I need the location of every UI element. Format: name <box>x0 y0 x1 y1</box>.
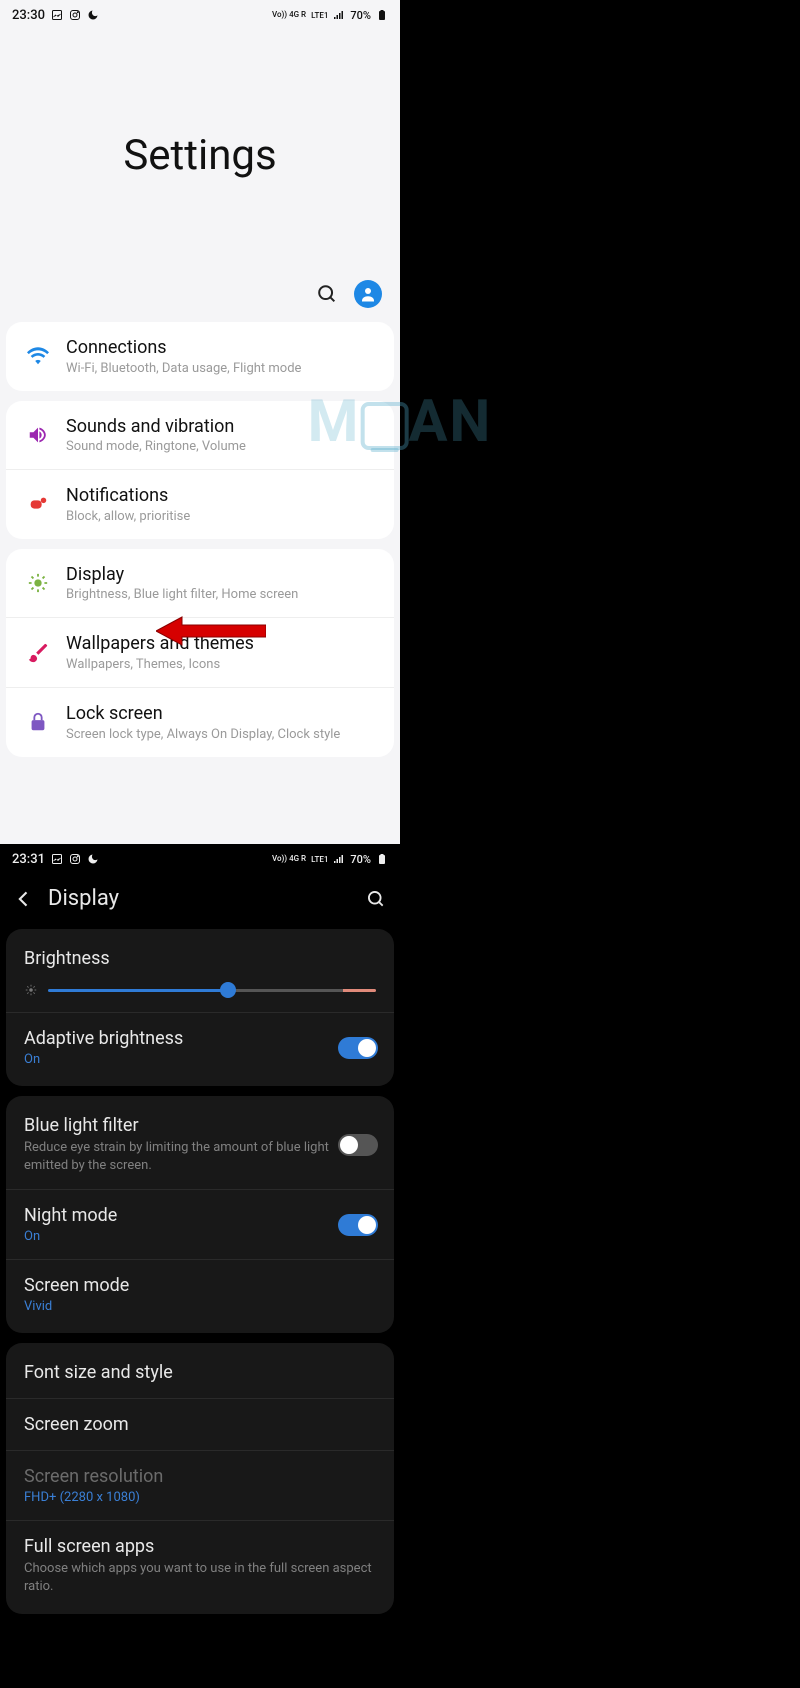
instagram-icon <box>69 9 81 21</box>
row-value: Vivid <box>24 1299 376 1314</box>
display-row-full-screen-apps[interactable]: Full screen apps Choose which apps you wa… <box>6 1520 394 1610</box>
settings-row-lock-screen[interactable]: Lock screen Screen lock type, Always On D… <box>6 687 394 757</box>
row-subtitle: Reduce eye strain by limiting the amount… <box>24 1139 376 1174</box>
status-net: Vo)) 4G R <box>272 855 306 863</box>
row-value: FHD+ (2280 x 1080) <box>24 1490 376 1505</box>
settings-row-notifications[interactable]: Notifications Block, allow, prioritise <box>6 469 394 539</box>
status-net: Vo)) 4G R <box>272 11 306 19</box>
settings-row-wallpapers-and-themes[interactable]: Wallpapers and themes Wallpapers, Themes,… <box>6 617 394 687</box>
settings-row-connections[interactable]: Connections Wi-Fi, Bluetooth, Data usage,… <box>6 322 394 391</box>
image-icon <box>51 9 63 21</box>
row-subtitle: Choose which apps you want to use in the… <box>24 1560 376 1595</box>
speaker-icon <box>20 424 56 446</box>
back-icon[interactable] <box>14 889 34 909</box>
search-icon[interactable] <box>366 889 386 909</box>
status-time: 23:30 <box>12 8 45 23</box>
row-title: Screen zoom <box>24 1414 376 1435</box>
settings-card: DisplayBrightness, Blue light filter, Ho… <box>6 549 394 757</box>
status-lte: LTE1 <box>311 855 328 864</box>
slider-thumb[interactable] <box>220 982 236 998</box>
status-bar: 23:31 Vo)) 4G R LTE1 70% <box>0 844 400 874</box>
display-row-font-size-and-style[interactable]: Font size and style <box>6 1347 394 1398</box>
slider-track[interactable] <box>48 989 376 992</box>
row-title: Blue light filter <box>24 1115 376 1136</box>
row-subtitle: Wallpapers, Themes, Icons <box>66 657 380 672</box>
status-lte: LTE1 <box>311 11 328 20</box>
notify-icon <box>20 493 56 515</box>
brightness-slider[interactable] <box>24 983 376 997</box>
status-battery-pct: 70% <box>350 853 371 866</box>
row-title: Screen mode <box>24 1275 376 1296</box>
row-subtitle: Screen lock type, Always On Display, Clo… <box>66 727 380 742</box>
row-subtitle: Sound mode, Ringtone, Volume <box>66 439 380 454</box>
display-card: Blue light filter Reduce eye strain by li… <box>6 1096 394 1333</box>
row-subtitle: Brightness, Blue light filter, Home scre… <box>66 587 380 602</box>
phone-settings-light: 23:30 Vo)) 4G R LTE1 70% Settings Connec… <box>0 0 400 844</box>
display-card: Brightness Adaptive brightness On <box>6 929 394 1086</box>
row-title: Screen resolution <box>24 1466 376 1487</box>
row-title: Connections <box>66 337 380 359</box>
moon-icon <box>87 9 99 21</box>
row-value: On <box>24 1229 376 1244</box>
display-card: Font size and style Screen zoom Screen res… <box>6 1343 394 1614</box>
sun-icon <box>20 572 56 594</box>
row-subtitle: Wi-Fi, Bluetooth, Data usage, Flight mod… <box>66 361 380 376</box>
brush-icon <box>20 642 56 664</box>
lock-icon <box>20 711 56 733</box>
display-row-screen-mode[interactable]: Screen mode Vivid <box>6 1259 394 1329</box>
settings-row-sounds-and-vibration[interactable]: Sounds and vibrationSound mode, Ringtone… <box>6 401 394 470</box>
row-subtitle: Block, allow, prioritise <box>66 509 380 524</box>
row-title: Lock screen <box>66 703 380 725</box>
row-title: Wallpapers and themes <box>66 633 380 655</box>
settings-card: Sounds and vibrationSound mode, Ringtone… <box>6 401 394 539</box>
status-battery-pct: 70% <box>350 9 371 22</box>
page-title: Display <box>48 886 366 911</box>
toggle-blue-light-filter[interactable] <box>338 1134 378 1156</box>
settings-card: Connections Wi-Fi, Bluetooth, Data usage,… <box>6 322 394 391</box>
row-value: On <box>24 1052 376 1067</box>
battery-icon <box>376 853 388 865</box>
account-avatar[interactable] <box>354 280 382 308</box>
signal-icon <box>333 9 345 21</box>
toggle-night-mode[interactable] <box>338 1214 378 1236</box>
settings-row-display[interactable]: DisplayBrightness, Blue light filter, Ho… <box>6 549 394 618</box>
display-row-screen-resolution[interactable]: Screen resolution FHD+ (2280 x 1080) <box>6 1450 394 1520</box>
display-row-brightness[interactable]: Brightness <box>6 933 394 1012</box>
display-row-screen-zoom[interactable]: Screen zoom <box>6 1398 394 1450</box>
row-title: Sounds and vibration <box>66 416 380 438</box>
display-row-blue-light-filter[interactable]: Blue light filter Reduce eye strain by li… <box>6 1100 394 1189</box>
page-title: Settings <box>123 131 276 180</box>
row-title: Font size and style <box>24 1362 376 1383</box>
row-title: Display <box>66 564 380 586</box>
moon-icon <box>87 853 99 865</box>
row-title: Brightness <box>24 948 376 969</box>
instagram-icon <box>69 853 81 865</box>
search-icon[interactable] <box>316 283 338 305</box>
row-title: Night mode <box>24 1205 376 1226</box>
row-title: Full screen apps <box>24 1536 376 1557</box>
row-title: Notifications <box>66 485 380 507</box>
toggle-adaptive-brightness[interactable] <box>338 1037 378 1059</box>
signal-icon <box>333 853 345 865</box>
row-title: Adaptive brightness <box>24 1028 376 1049</box>
battery-icon <box>376 9 388 21</box>
sun-dim-icon <box>24 983 38 997</box>
display-row-adaptive-brightness[interactable]: Adaptive brightness On <box>6 1012 394 1082</box>
status-bar: 23:30 Vo)) 4G R LTE1 70% <box>0 0 400 30</box>
display-row-night-mode[interactable]: Night mode On <box>6 1189 394 1259</box>
status-time: 23:31 <box>12 852 45 867</box>
image-icon <box>51 853 63 865</box>
wifi-icon <box>20 345 56 367</box>
phone-display-dark: 23:31 Vo)) 4G R LTE1 70% Display Brightn… <box>0 844 400 1688</box>
settings-header: Settings <box>0 30 400 280</box>
